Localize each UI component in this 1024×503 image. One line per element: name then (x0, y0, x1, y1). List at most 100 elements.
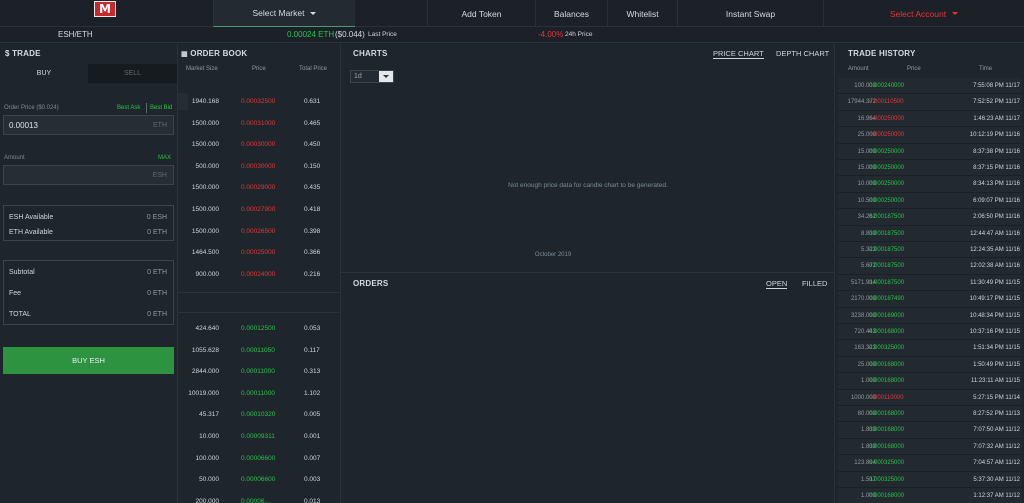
nav-add-token[interactable]: Add Token (427, 0, 535, 27)
tab-depth-chart[interactable]: DEPTH CHART (776, 49, 829, 58)
amount-label: Amount (4, 155, 25, 161)
ask-row[interactable]: 1500.000 0.00030000 0.450 (178, 134, 341, 156)
trade-time: 5:27:15 PM 11/14 (973, 394, 1020, 401)
header-price: Price (252, 66, 266, 72)
trade-time: 8:37:15 PM 11/16 (973, 165, 1020, 171)
tab-buy[interactable]: BUY (0, 64, 88, 83)
nav-add-token-label: Add Token (461, 8, 502, 19)
max-button[interactable]: MAX (158, 155, 171, 161)
ask-row[interactable]: 1500.000 0.00029000 0.435 (178, 177, 341, 199)
trade-time: 7:07:50 AM 11/12 (973, 427, 1020, 434)
tab-filled-orders[interactable]: FILLED (802, 279, 827, 288)
eth-available-value: 0 ETH (147, 228, 167, 236)
trade-price: 0.000187500 (869, 214, 905, 221)
order-price-value: 0.00013 (9, 120, 38, 130)
eth-available-row: ETH Available 0 ETH (9, 225, 167, 239)
ask-price: 0.00030000 (241, 162, 276, 170)
ask-size: 1500.000 (191, 206, 219, 213)
ask-row[interactable]: 1464.500 0.00025000 0.366 (178, 242, 341, 264)
order-price-input[interactable]: 0.00013 ETH (3, 115, 174, 135)
bid-row[interactable]: 100.000 0.00006600 0.007 (178, 448, 341, 470)
esh-available-value: 0 ESH (146, 213, 167, 221)
trade-price: 0.000168000 (869, 443, 905, 450)
bid-size: 2844.000 (191, 368, 219, 376)
trade-history-header: Amount Price Time (836, 66, 1024, 78)
ask-price: 0.00032500 (241, 98, 276, 105)
bid-row[interactable]: 10.000 0.00009311 0.001 (178, 426, 341, 448)
ask-total: 0.631 (304, 98, 321, 105)
ask-row[interactable]: 1500.000 0.00026500 0.398 (178, 221, 341, 243)
order-book-title: ▦ ORDER BOOK (181, 49, 247, 58)
bid-total: 0.313 (304, 368, 321, 376)
trade-history-row: 80.000 0.000168000 8:27:52 PM 11/13 (838, 406, 1022, 423)
interval-select[interactable]: 1d (350, 70, 394, 83)
bid-row[interactable]: 424.640 0.00012500 0.053 (178, 318, 341, 340)
bid-total: 0.005 (304, 411, 321, 419)
amount-input[interactable]: ESH (3, 165, 174, 185)
header-total-price: Total Price (299, 66, 328, 72)
trade-history-row: 1.000 0.000168000 1:12:37 AM 11/12 (838, 488, 1022, 503)
header-amount: Amount (848, 66, 869, 72)
trade-history-row: 34.262 0.000187500 2:06:50 PM 11/16 (838, 209, 1022, 226)
ask-row[interactable]: 1940.168 0.00032500 0.631 (178, 91, 341, 113)
nav-balances-label: Balances (554, 8, 589, 19)
bid-row[interactable]: 10019.000 0.00011000 1.102 (178, 383, 341, 405)
nav-balances[interactable]: Balances (535, 0, 607, 27)
select-market-button[interactable]: Select Market (213, 0, 355, 27)
ask-size: 1464.500 (191, 249, 219, 257)
nav-whitelist[interactable]: Whitelist (607, 0, 677, 27)
trade-history-row: 1.517 0.000325000 5:37:30 AM 11/12 (838, 471, 1022, 488)
bid-size: 200.000 (195, 497, 220, 503)
balances-box: ESH Available 0 ESH ETH Available 0 ETH (3, 205, 174, 241)
bid-total: 0.001 (304, 433, 321, 440)
price-change: -4.00% (538, 30, 564, 39)
ask-row[interactable]: 900.000 0.00024000 0.216 (178, 264, 341, 286)
bid-row[interactable]: 200.000 0.00006... 0.013 (178, 491, 341, 503)
ask-row[interactable]: 500.000 0.00030000 0.150 (178, 156, 341, 178)
bid-row[interactable]: 2844.000 0.00011000 0.313 (178, 361, 341, 383)
ask-total: 0.435 (304, 184, 321, 192)
trade-history-row: 1.000 0.000168000 11:23:11 AM 11/15 (838, 373, 1022, 390)
trade-price: 0.000187500 (869, 247, 905, 253)
trade-history-row: 10.000 0.000250000 8:34:13 PM 11/16 (838, 176, 1022, 193)
subtotal-value: 0 ETH (147, 268, 167, 276)
ask-row[interactable]: 1500.000 0.00027900 0.418 (178, 199, 341, 221)
bid-row[interactable]: 50.000 0.00006600 0.003 (178, 469, 341, 491)
exchange-logo[interactable]: M (94, 1, 116, 17)
trade-title: $ TRADE (5, 49, 41, 58)
order-book-panel: ▦ ORDER BOOK Market Size Price Total Pri… (178, 44, 341, 503)
chevron-down-icon (952, 12, 959, 15)
trade-history-row: 15.000 0.000250000 8:37:38 PM 11/16 (838, 143, 1022, 160)
select-account-button[interactable]: Select Account (823, 0, 1024, 27)
trade-time: 10:37:16 PM 11/15 (969, 329, 1020, 335)
trade-time: 8:34:13 PM 11/16 (973, 181, 1020, 188)
best-bid-link[interactable]: Best Bid (150, 105, 172, 111)
best-ask-link[interactable]: Best Ask (117, 105, 140, 111)
trade-time: 1:51:34 PM 11/15 (973, 345, 1020, 352)
nav-instant-swap[interactable]: Instant Swap (677, 0, 823, 27)
trade-price: 0.000250000 (869, 197, 905, 204)
ask-row[interactable]: 1500.000 0.00031000 0.465 (178, 113, 341, 135)
ask-total: 0.216 (304, 270, 321, 278)
ask-price: 0.00025000 (241, 249, 276, 257)
totals-box: Subtotal 0 ETH Fee 0 ETH TOTAL 0 ETH (3, 260, 174, 325)
bid-total: 0.053 (304, 325, 321, 332)
bid-total: 0.003 (304, 476, 321, 484)
orders-panel: ORDERS OPEN FILLED (341, 272, 835, 503)
trade-time: 11:23:11 AM 11/15 (970, 378, 1020, 385)
tab-price-chart[interactable]: PRICE CHART (713, 49, 764, 59)
order-book-title-text: ORDER BOOK (190, 49, 248, 58)
ask-total: 0.465 (304, 119, 321, 127)
bid-row[interactable]: 1055.628 0.00011050 0.117 (178, 340, 341, 362)
bid-size: 100.000 (195, 454, 220, 462)
bid-row[interactable]: 45.317 0.00010320 0.005 (178, 404, 341, 426)
trade-time: 12:02:38 AM 11/16 (970, 263, 1020, 270)
tab-sell[interactable]: SELL (88, 64, 177, 83)
buy-esh-button[interactable]: BUY ESH (3, 347, 174, 374)
trade-history-row: 3238.000 0.000169000 10:48:34 PM 11/15 (838, 307, 1022, 324)
tab-open-orders[interactable]: OPEN (766, 279, 788, 289)
depth-bar (178, 93, 188, 110)
ask-total: 0.366 (304, 249, 321, 257)
trade-history-row: 5171.914 0.000187500 11:30:49 PM 11/15 (838, 274, 1022, 292)
trade-price: 0.000168000 (869, 329, 905, 335)
